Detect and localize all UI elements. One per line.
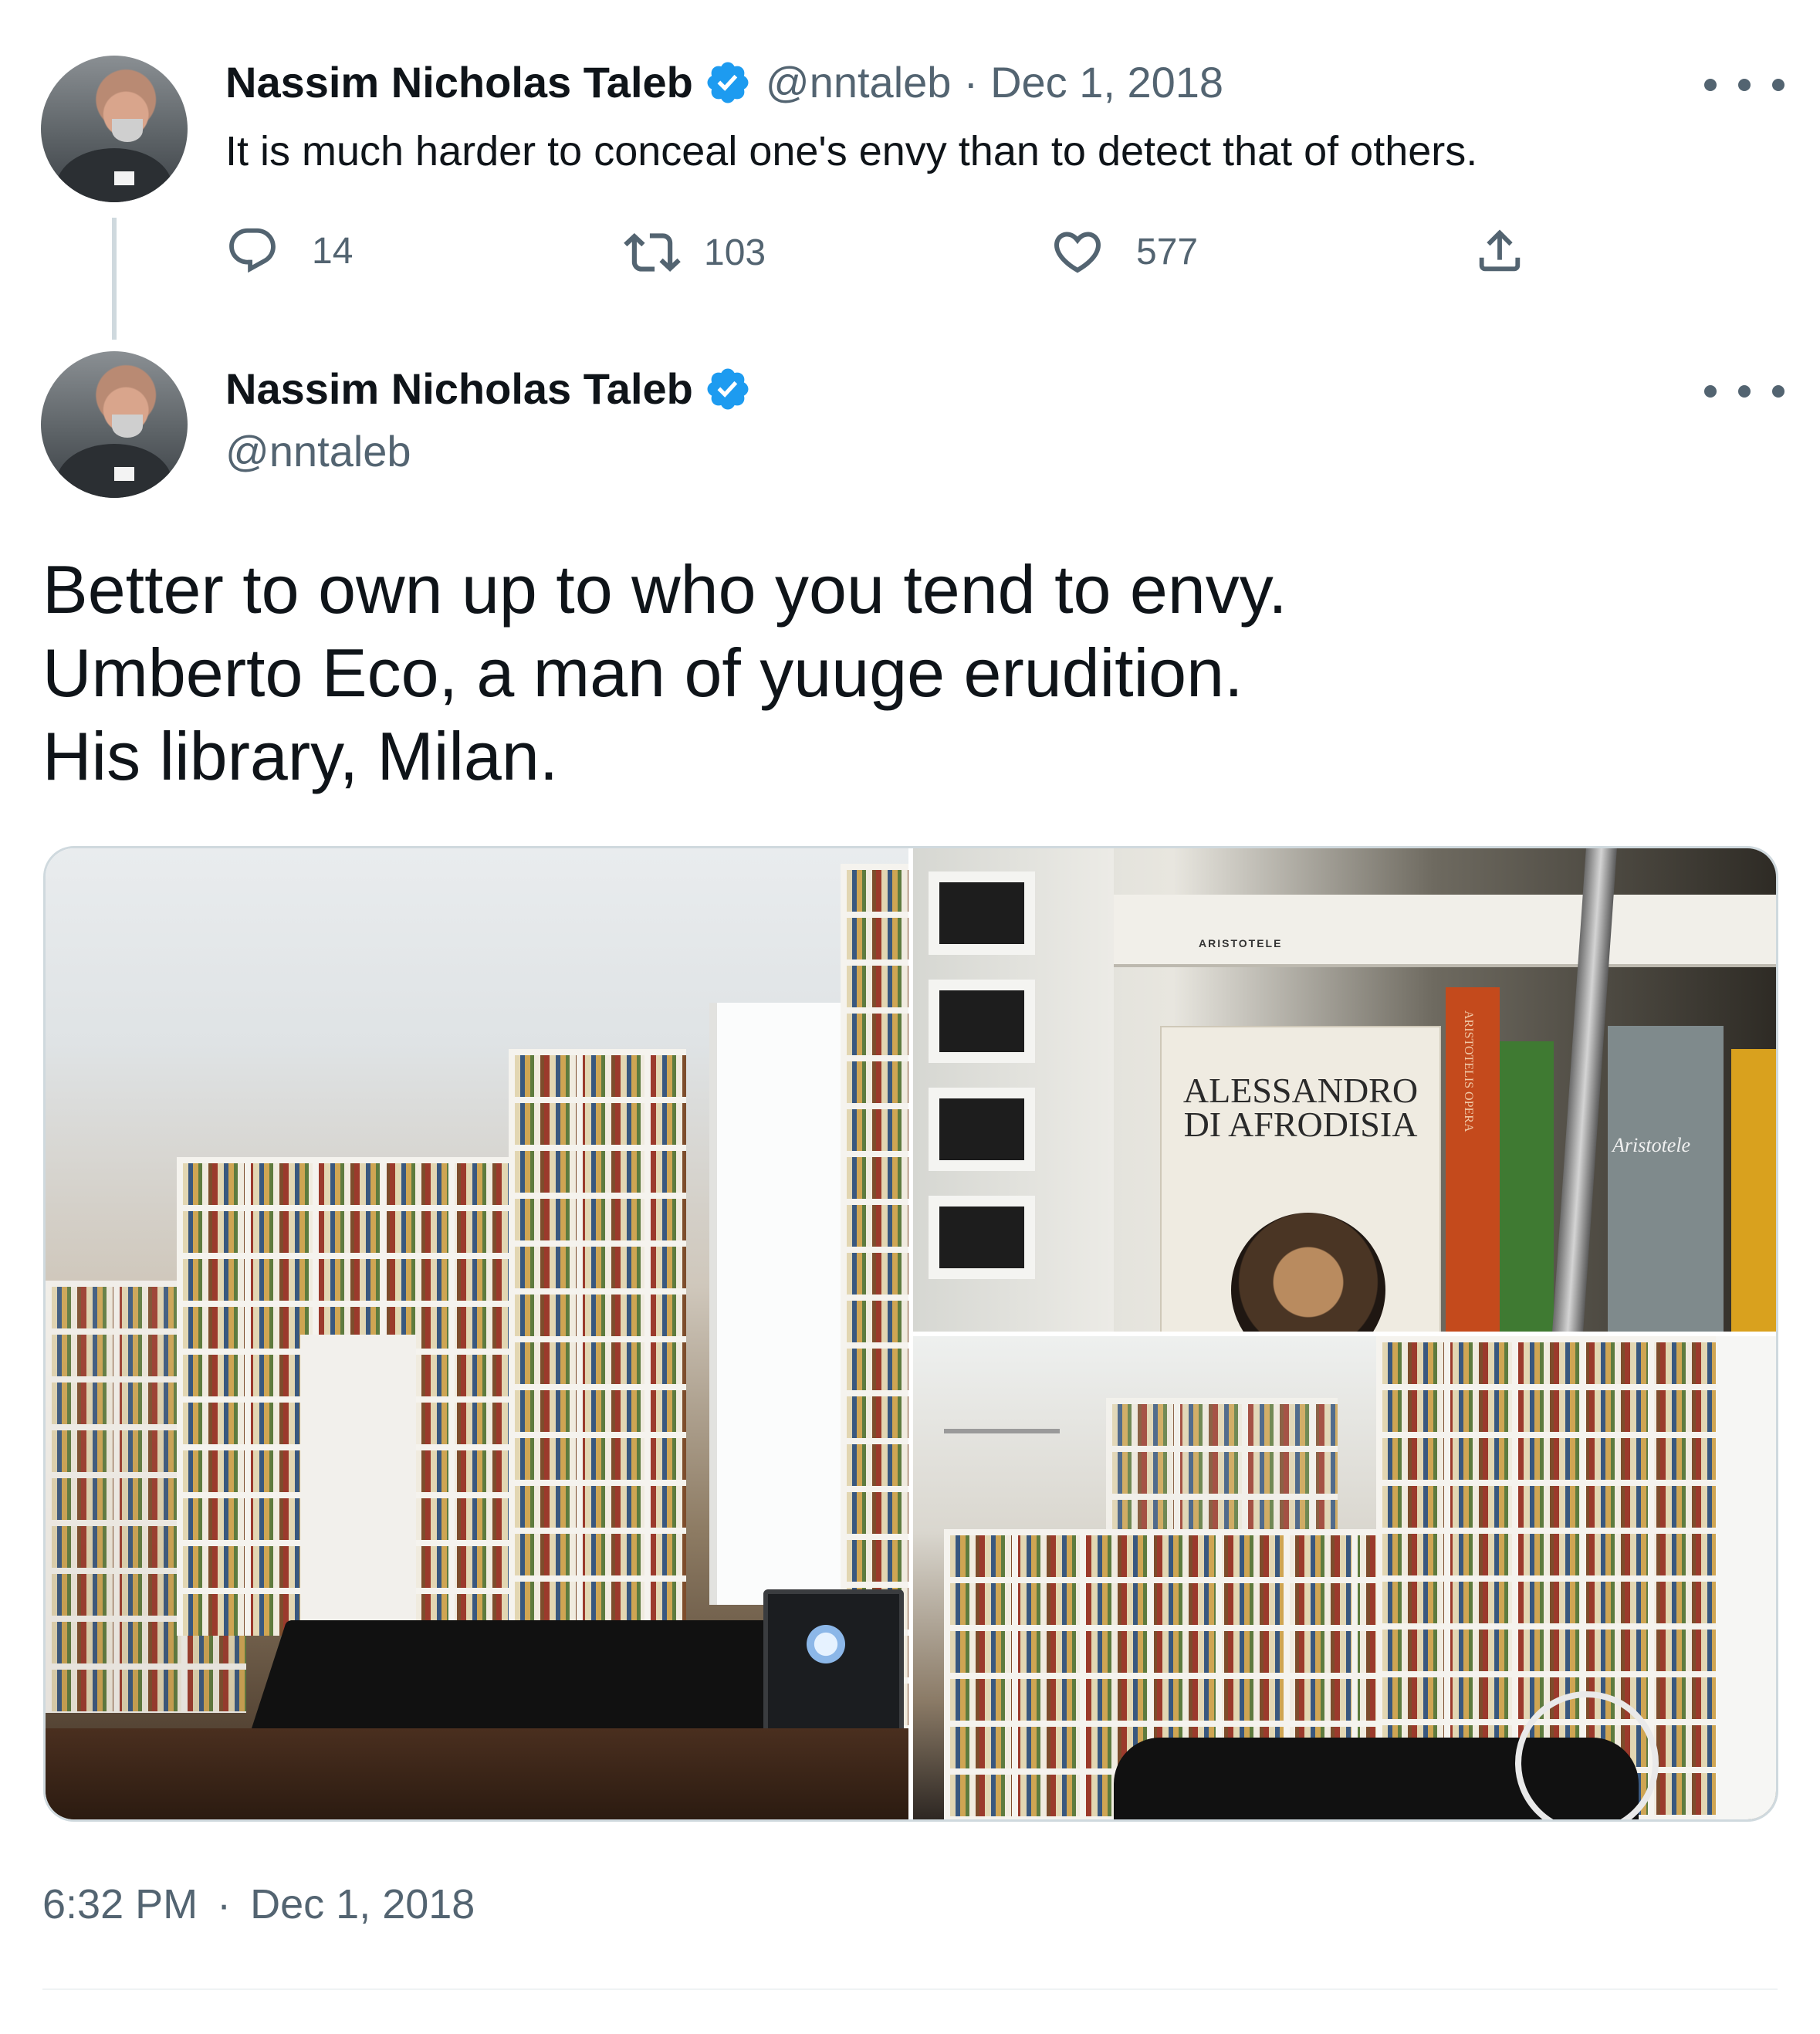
side-book-title: Aristotele xyxy=(1612,1134,1691,1156)
retweet-icon xyxy=(624,232,681,272)
share-icon xyxy=(1479,229,1521,272)
like-button[interactable]: 577 xyxy=(1050,224,1198,279)
main-tweet-text: Better to own up to who you tend to envy… xyxy=(42,548,1287,798)
book-cover: ALESSANDRO DI AFRODISIA xyxy=(1160,1026,1441,1332)
avatar[interactable] xyxy=(41,351,188,498)
main-tweet-header: Nassim Nicholas Taleb xyxy=(225,364,752,414)
media-grid: ARISTOTELE ALESSANDRO DI AFRODISIA ARIST… xyxy=(43,846,1778,1822)
window xyxy=(709,1003,856,1605)
switch xyxy=(929,1088,1035,1171)
switch xyxy=(929,871,1035,955)
thread-connector-line xyxy=(112,218,117,340)
tweet-line: Umberto Eco, a man of yuuge erudition. xyxy=(42,635,1243,711)
display-name[interactable]: Nassim Nicholas Taleb xyxy=(225,364,693,414)
switch xyxy=(929,980,1035,1063)
avatar-lanyard xyxy=(114,467,134,481)
book-spine-grey: Aristotele xyxy=(1608,1026,1724,1332)
parent-tweet-header: Nassim Nicholas Taleb @nntaleb · Dec 1, … xyxy=(225,57,1223,107)
separator: · xyxy=(963,58,979,107)
photo-book-closeup[interactable]: ARISTOTELE ALESSANDRO DI AFRODISIA ARIST… xyxy=(913,848,1776,1332)
shelf-edge xyxy=(1114,895,1776,967)
book-portrait xyxy=(1231,1213,1385,1332)
tweet-line: His library, Milan. xyxy=(42,718,559,794)
book-spine-green xyxy=(1500,1041,1554,1332)
avatar-lanyard xyxy=(114,171,134,185)
switch xyxy=(929,1196,1035,1279)
wall xyxy=(1716,1336,1776,1819)
retweet-count: 103 xyxy=(704,232,766,273)
shelf-label: ARISTOTELE xyxy=(1199,937,1283,949)
like-count: 577 xyxy=(1136,231,1199,272)
tweet-time: 6:32 PM xyxy=(42,1881,198,1927)
verified-badge-icon xyxy=(704,365,752,413)
tweet-timestamp[interactable]: 6:32 PM · Dec 1, 2018 xyxy=(42,1880,475,1929)
handle[interactable]: @nntaleb xyxy=(225,427,411,476)
more-options-icon[interactable] xyxy=(1704,77,1784,93)
ceiling-fan xyxy=(944,1429,1060,1433)
reply-button[interactable]: 14 xyxy=(225,224,353,278)
separator: · xyxy=(217,1881,232,1927)
spine-text: ARISTOTELIS OPERA xyxy=(1462,1010,1475,1132)
book-title: DI AFRODISIA xyxy=(1183,1105,1418,1144)
floor xyxy=(46,1728,908,1819)
handle[interactable]: @nntaleb xyxy=(766,57,952,107)
parent-tweet-text: It is much harder to conceal one's envy … xyxy=(225,128,1478,174)
reply-icon xyxy=(229,228,276,273)
avatar-beard xyxy=(112,119,143,142)
tweet-date: Dec 1, 2018 xyxy=(250,1881,475,1927)
book-title: ALESSANDRO xyxy=(1182,1071,1419,1110)
tweet-date[interactable]: Dec 1, 2018 xyxy=(990,57,1223,107)
share-button[interactable] xyxy=(1473,224,1527,278)
reply-count: 14 xyxy=(312,230,354,272)
display-name[interactable]: Nassim Nicholas Taleb xyxy=(225,58,693,107)
photo-library-room[interactable] xyxy=(46,848,908,1819)
retweet-button[interactable]: 103 xyxy=(624,224,766,281)
bookshelf xyxy=(509,1049,686,1697)
avatar[interactable] xyxy=(41,56,188,202)
photo-library-shelves[interactable] xyxy=(913,1336,1776,1819)
more-options-icon[interactable] xyxy=(1704,384,1784,399)
tweet-line: Better to own up to who you tend to envy… xyxy=(42,551,1287,628)
book-spine-yellow xyxy=(1731,1049,1776,1332)
like-icon xyxy=(1054,232,1101,273)
avatar-beard xyxy=(112,415,143,438)
book-spine-red: ARISTOTELIS OPERA xyxy=(1446,987,1500,1332)
verified-badge-icon xyxy=(704,59,752,107)
divider xyxy=(42,1988,1778,1990)
